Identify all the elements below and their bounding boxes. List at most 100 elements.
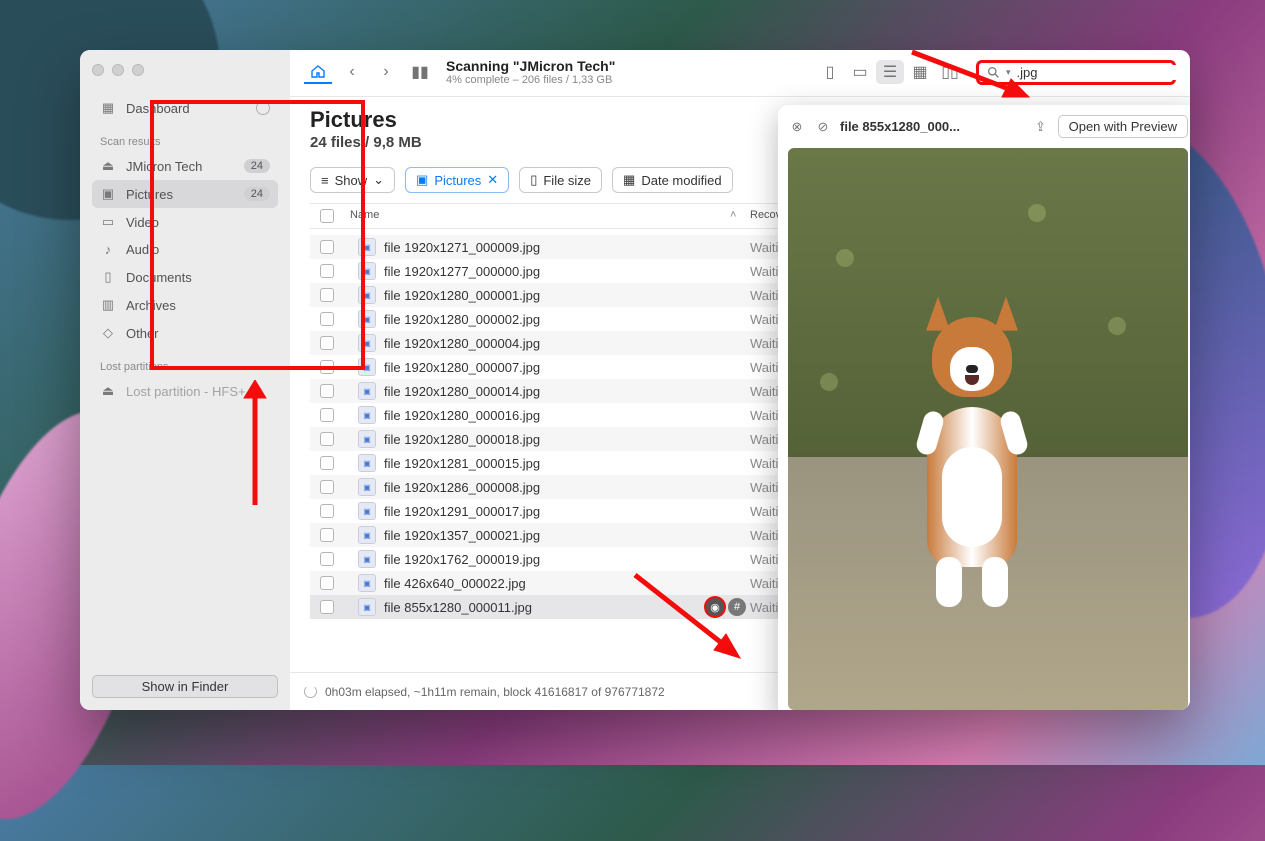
- close-preview-icon[interactable]: ⊗: [788, 118, 806, 136]
- row-checkbox[interactable]: [310, 480, 344, 494]
- sidebar-item-archives[interactable]: ▥ Archives: [92, 291, 278, 319]
- footer-status: 0h03m elapsed, ~1h11m remain, block 4161…: [325, 685, 665, 699]
- drive-icon: ⏏: [100, 383, 116, 399]
- preview-filename: file 855x1280_000...: [840, 119, 1024, 134]
- close-dot[interactable]: [92, 64, 104, 76]
- jpg-file-icon: ▣: [358, 262, 376, 280]
- row-checkbox[interactable]: [310, 600, 344, 614]
- audio-icon: ♪: [100, 242, 116, 257]
- sidebar-item-lost-partition[interactable]: ⏏ Lost partition - HFS+: [92, 377, 278, 405]
- file-name-cell: ▣file 1920x1280_000007.jpg: [344, 358, 704, 376]
- search-box[interactable]: ▾ ✕: [976, 60, 1176, 85]
- sidebar-label: Audio: [126, 242, 159, 257]
- image-icon: ▣: [100, 186, 116, 202]
- sidebar-label: Archives: [126, 298, 176, 313]
- back-icon[interactable]: ‹: [338, 60, 366, 84]
- jpg-file-icon: ▣: [358, 334, 376, 352]
- toolbar-title-block: Scanning "JMicron Tech" 4% complete – 20…: [446, 58, 615, 86]
- hex-icon[interactable]: #: [728, 598, 746, 616]
- file-name-cell: ▣file 855x1280_000011.jpg: [344, 598, 704, 616]
- document-icon: ▯: [530, 172, 537, 188]
- sidebar-item-pictures[interactable]: ▣ Pictures 24: [92, 180, 278, 208]
- show-in-finder-button[interactable]: Show in Finder: [92, 675, 278, 698]
- file-name-cell: ▣file 1920x1277_000000.jpg: [344, 262, 704, 280]
- view-mode-group: ▯ ▭ ☰ ▦ ▯▯: [816, 60, 964, 84]
- row-checkbox[interactable]: [310, 576, 344, 590]
- window-controls[interactable]: [92, 64, 278, 76]
- jpg-file-icon: ▣: [358, 430, 376, 448]
- row-checkbox[interactable]: [310, 384, 344, 398]
- sidebar-label: Documents: [126, 270, 192, 285]
- dashboard-icon: ▦: [100, 100, 116, 116]
- open-with-preview-button[interactable]: Open with Preview: [1058, 115, 1188, 138]
- jpg-file-icon: ▣: [358, 406, 376, 424]
- sidebar-item-other[interactable]: ◇ Other: [92, 319, 278, 347]
- select-all-checkbox[interactable]: [310, 209, 344, 223]
- pause-icon[interactable]: ▮▮: [406, 60, 434, 84]
- file-name-cell: ▣file 426x640_000022.jpg: [344, 574, 704, 592]
- sidebar-dashboard-label: Dashboard: [126, 101, 190, 116]
- file-size-filter[interactable]: ▯ File size: [519, 167, 602, 193]
- jpg-file-icon: ▣: [358, 502, 376, 520]
- row-checkbox[interactable]: [310, 552, 344, 566]
- row-checkbox[interactable]: [310, 264, 344, 278]
- row-checkbox[interactable]: [310, 312, 344, 326]
- document-icon: ▯: [100, 269, 116, 285]
- file-name-cell: ▣file 1920x1357_000021.jpg: [344, 526, 704, 544]
- show-filter[interactable]: ≡ Show ⌄: [310, 167, 395, 193]
- row-checkbox[interactable]: [310, 528, 344, 542]
- preview-eye-icon[interactable]: ◉: [706, 598, 724, 616]
- sort-icon[interactable]: ˄: [730, 209, 750, 223]
- minimize-dot[interactable]: [112, 64, 124, 76]
- jpg-file-icon: ▣: [358, 598, 376, 616]
- sidebar: ▦ Dashboard Scan results ⏏ JMicron Tech …: [80, 50, 290, 710]
- file-name-cell: ▣file 1920x1271_000009.jpg: [344, 238, 704, 256]
- date-modified-filter[interactable]: ▦ Date modified: [612, 167, 733, 193]
- file-name-cell: ▣file 1920x1286_000008.jpg: [344, 478, 704, 496]
- app-window: ▦ Dashboard Scan results ⏏ JMicron Tech …: [80, 50, 1190, 710]
- zoom-dot[interactable]: [132, 64, 144, 76]
- preview-image: [788, 148, 1188, 710]
- file-name-cell: ▣file 1920x1280_000018.jpg: [344, 430, 704, 448]
- search-input[interactable]: [1017, 65, 1190, 80]
- sidebar-item-jmicron[interactable]: ⏏ JMicron Tech 24: [92, 152, 278, 180]
- search-icon: [987, 66, 1000, 79]
- count-badge: 24: [244, 187, 270, 201]
- sidebar-item-documents[interactable]: ▯ Documents: [92, 263, 278, 291]
- home-icon[interactable]: [304, 60, 332, 84]
- row-checkbox[interactable]: [310, 360, 344, 374]
- drive-icon: ⏏: [100, 158, 116, 174]
- jpg-file-icon: ▣: [358, 286, 376, 304]
- sidebar-item-audio[interactable]: ♪ Audio: [92, 236, 278, 263]
- file-name-cell: ▣file 1920x1280_000016.jpg: [344, 406, 704, 424]
- row-checkbox[interactable]: [310, 504, 344, 518]
- row-checkbox[interactable]: [310, 432, 344, 446]
- jpg-file-icon: ▣: [358, 454, 376, 472]
- row-checkbox[interactable]: [310, 408, 344, 422]
- preview-header: ⊗ ⊘ file 855x1280_000... ⇪ Open with Pre…: [788, 115, 1188, 138]
- sidebar-label: JMicron Tech: [126, 159, 202, 174]
- folder-icon[interactable]: ▭: [846, 60, 874, 84]
- list-view-icon[interactable]: ☰: [876, 60, 904, 84]
- row-checkbox[interactable]: [310, 456, 344, 470]
- file-name-cell: ▣file 1920x1280_000001.jpg: [344, 286, 704, 304]
- row-checkbox[interactable]: [310, 240, 344, 254]
- chevron-down-icon: ⌄: [373, 172, 384, 188]
- pictures-filter-chip[interactable]: ▣ Pictures ✕: [405, 167, 509, 193]
- row-checkbox[interactable]: [310, 288, 344, 302]
- file-name-cell: ▣file 1920x1281_000015.jpg: [344, 454, 704, 472]
- sidebar-item-video[interactable]: ▭ Video: [92, 208, 278, 236]
- other-icon: ◇: [100, 325, 116, 341]
- forward-icon[interactable]: ›: [372, 60, 400, 84]
- document-icon[interactable]: ▯: [816, 60, 844, 84]
- chevron-down-icon[interactable]: ▾: [1006, 67, 1011, 78]
- row-checkbox[interactable]: [310, 336, 344, 350]
- share-icon[interactable]: ⇪: [1032, 118, 1050, 136]
- sidebar-dashboard[interactable]: ▦ Dashboard: [92, 94, 278, 122]
- grid-view-icon[interactable]: ▦: [906, 60, 934, 84]
- column-view-icon[interactable]: ▯▯: [936, 60, 964, 84]
- jpg-file-icon: ▣: [358, 358, 376, 376]
- block-icon[interactable]: ⊘: [814, 118, 832, 136]
- remove-filter-icon[interactable]: ✕: [487, 172, 498, 188]
- name-column-header[interactable]: Name: [344, 209, 730, 223]
